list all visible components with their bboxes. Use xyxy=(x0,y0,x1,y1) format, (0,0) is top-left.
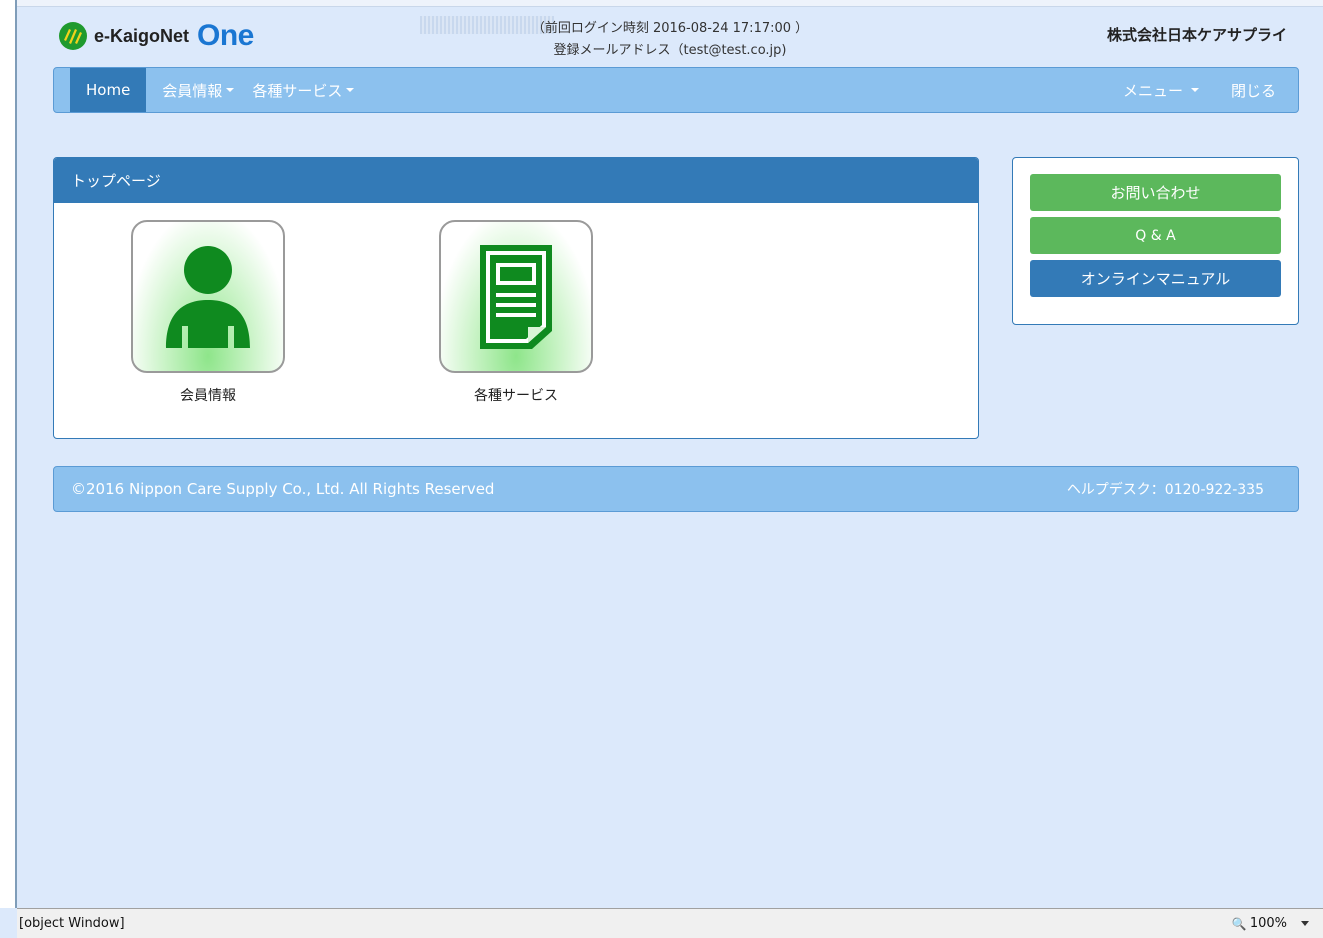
nav-menu-dropdown[interactable]: メニュー xyxy=(1107,68,1215,112)
document-icon xyxy=(480,244,552,349)
nav-menu-label: メニュー xyxy=(1122,81,1183,100)
nav-services-dropdown[interactable]: 各種サービス xyxy=(250,68,370,112)
tile-member-info[interactable]: 会員情報 xyxy=(131,220,285,405)
window-left-edge xyxy=(0,0,17,908)
company-name: 株式会社日本ケアサプライ xyxy=(1106,26,1287,44)
nav-close-label: 閉じる xyxy=(1230,81,1276,100)
tile-services-label: 各種サービス xyxy=(474,388,558,404)
site-logo[interactable]: e-KaigoNet One xyxy=(58,18,254,54)
top-page-panel: トップページ 会員情報 各種サービス xyxy=(53,157,979,439)
footer-copyright: ©2016 Nippon Care Supply Co., Ltd. All R… xyxy=(71,480,495,498)
side-panel: お問い合わせ Q & A オンラインマニュアル xyxy=(1012,157,1299,325)
tile-services[interactable]: 各種サービス xyxy=(439,220,593,405)
contact-button-label: お問い合わせ xyxy=(1110,184,1201,202)
panel-title: トップページ xyxy=(71,172,161,190)
logo-one-text: One xyxy=(197,19,254,52)
registered-email: 登録メールアドレス（test@test.co.jp) xyxy=(553,43,787,58)
footer-helpdesk: ヘルプデスク：0120-922-335 xyxy=(1066,482,1264,498)
nav-home[interactable]: Home xyxy=(70,68,147,112)
caret-down-icon xyxy=(1190,88,1199,92)
nav-member-label: 会員情報 xyxy=(162,81,223,100)
caret-down-icon xyxy=(226,88,235,92)
nav-member-dropdown[interactable]: 会員情報 xyxy=(146,68,250,112)
chevron-down-icon[interactable] xyxy=(1301,921,1309,926)
window-top-edge xyxy=(17,0,1323,7)
person-icon xyxy=(166,245,250,348)
tile-member-label: 会員情報 xyxy=(180,388,236,404)
main-navbar: Home 会員情報 各種サービス メニュー 閉じる xyxy=(53,67,1299,113)
magnifier-icon: 🔍 xyxy=(1231,916,1247,931)
nav-right-group: メニュー 閉じる xyxy=(1107,68,1292,112)
logo-text: e-KaigoNet xyxy=(94,25,190,46)
status-text: [object Window] xyxy=(19,916,125,931)
tile-member-icon-box xyxy=(131,220,285,373)
nav-services-label: 各種サービス xyxy=(252,81,343,100)
logo-mark-icon xyxy=(59,22,87,50)
online-manual-button[interactable]: オンラインマニュアル xyxy=(1030,260,1281,297)
caret-down-icon xyxy=(346,88,355,92)
login-info: （前回ログイン時刻 2016-08-24 17:17:00 ） 登録メールアドレ… xyxy=(420,18,920,62)
contact-button[interactable]: お問い合わせ xyxy=(1030,174,1281,211)
panel-heading: トップページ xyxy=(54,158,978,203)
qa-button[interactable]: Q & A xyxy=(1030,217,1281,254)
tile-services-icon-box xyxy=(439,220,593,373)
zoom-control[interactable]: 🔍 100% xyxy=(1232,916,1309,931)
nav-close-button[interactable]: 閉じる xyxy=(1215,68,1292,112)
browser-statusbar: [object Window] 🔍 100% xyxy=(17,908,1323,938)
browser-viewport: e-KaigoNet One （前回ログイン時刻 2016-08-24 17:1… xyxy=(0,0,1323,938)
last-login-time: （前回ログイン時刻 2016-08-24 17:17:00 ） xyxy=(531,21,809,36)
qa-button-label: Q & A xyxy=(1135,227,1176,244)
page-footer: ©2016 Nippon Care Supply Co., Ltd. All R… xyxy=(53,466,1299,512)
nav-home-label: Home xyxy=(86,81,131,99)
online-manual-button-label: オンラインマニュアル xyxy=(1080,270,1231,288)
zoom-level: 100% xyxy=(1249,916,1287,931)
